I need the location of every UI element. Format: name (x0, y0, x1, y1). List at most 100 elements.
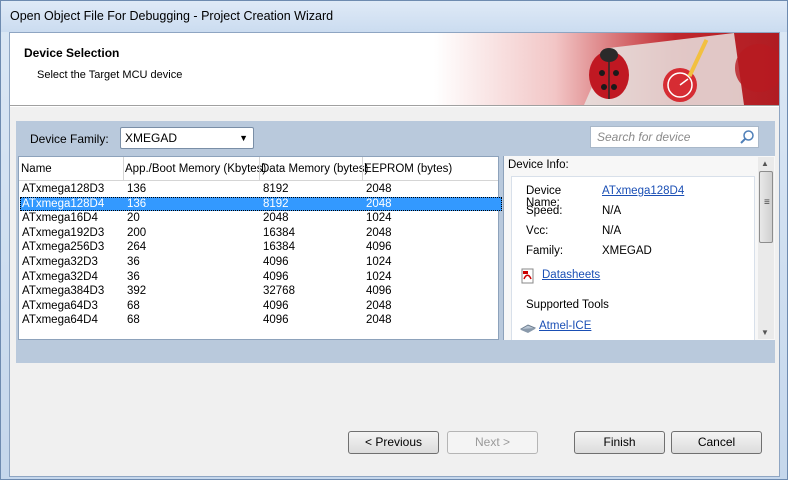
table-row[interactable]: ATxmega64D3 68 4096 2048 (20, 299, 502, 314)
table-row[interactable]: ATxmega64D4 68 4096 2048 (20, 313, 502, 328)
column-divider[interactable] (259, 157, 260, 181)
cell-data-memory: 32768 (263, 285, 295, 298)
cell-name: ATxmega32D4 (22, 270, 98, 283)
page-title: Device Selection (24, 46, 120, 60)
column-header-name[interactable]: Name (21, 163, 52, 175)
chevron-down-icon: ▼ (239, 133, 248, 143)
finish-button[interactable]: Finish (574, 431, 665, 454)
column-divider[interactable] (123, 157, 124, 181)
cell-app-boot-memory: 264 (127, 241, 147, 254)
table-row[interactable]: ATxmega128D4 136 8192 2048 (20, 196, 502, 212)
cell-name: ATxmega128D3 (22, 183, 105, 195)
scroll-down-icon[interactable]: ▼ (761, 328, 769, 337)
cell-app-boot-memory: 136 (127, 183, 147, 195)
datasheets-link[interactable]: Datasheets (542, 269, 600, 281)
cell-data-memory: 4096 (263, 270, 289, 283)
device-family-value: XMEGAD (125, 131, 178, 145)
cell-data-memory: 4096 (263, 314, 289, 327)
family-value: XMEGAD (602, 245, 652, 257)
cell-data-memory: 4096 (263, 299, 289, 312)
cell-data-memory: 8192 (263, 197, 289, 210)
cell-data-memory: 8192 (263, 183, 289, 195)
cell-eeprom: 4096 (366, 241, 392, 254)
scroll-up-icon[interactable]: ▲ (761, 159, 769, 168)
cell-eeprom: 2048 (366, 183, 392, 195)
table-row[interactable]: ATxmega192D3 200 16384 2048 (20, 226, 502, 241)
search-device-input[interactable]: Search for device (590, 126, 759, 148)
previous-button[interactable]: < Previous (348, 431, 439, 454)
cell-eeprom: 2048 (366, 314, 392, 327)
search-placeholder: Search for device (597, 130, 691, 144)
device-info-box: Device Name: ATxmega128D4 Speed: N/A Vcc… (511, 176, 755, 340)
cell-eeprom: 2048 (366, 299, 392, 312)
cell-name: ATxmega32D3 (22, 256, 98, 268)
cell-data-memory: 16384 (263, 241, 295, 254)
cell-app-boot-memory: 200 (127, 226, 147, 239)
cell-name: ATxmega256D3 (22, 241, 105, 254)
table-row[interactable]: ATxmega256D3 264 16384 4096 (20, 240, 502, 255)
cell-app-boot-memory: 20 (127, 212, 140, 225)
column-header-data-memory[interactable]: Data Memory (bytes) (261, 163, 368, 175)
cell-name: ATxmega64D4 (22, 314, 98, 327)
pdf-icon (521, 268, 534, 284)
device-info-title: Device Info: (508, 159, 569, 171)
vcc-value: N/A (602, 225, 622, 237)
supported-tools-label: Supported Tools (526, 299, 609, 311)
next-button[interactable]: Next > (447, 431, 538, 454)
table-row[interactable]: ATxmega128D3 136 8192 2048 (20, 182, 502, 197)
cell-eeprom: 2048 (366, 226, 392, 239)
table-row[interactable]: ATxmega32D4 36 4096 1024 (20, 270, 502, 285)
column-divider[interactable] (362, 157, 363, 181)
table-row[interactable]: ATxmega32D3 36 4096 1024 (20, 255, 502, 270)
cell-name: ATxmega16D4 (22, 212, 98, 225)
cell-data-memory: 2048 (263, 212, 289, 225)
scrollbar-thumb[interactable]: ≡ (759, 171, 773, 243)
debugger-tool-icon (520, 324, 536, 333)
page-subtitle: Select the Target MCU device (37, 69, 183, 81)
cell-app-boot-memory: 392 (127, 285, 147, 298)
device-selection-panel: Device Family: XMEGAD ▼ Search for devic… (16, 121, 775, 363)
cell-name: ATxmega192D3 (22, 226, 105, 239)
cell-eeprom: 1024 (366, 270, 392, 283)
window-title: Open Object File For Debugging - Project… (10, 9, 334, 23)
device-family-dropdown[interactable]: XMEGAD ▼ (120, 127, 254, 149)
search-icon[interactable] (739, 129, 755, 145)
vcc-label: Vcc: (526, 225, 549, 237)
atmel-ice-link[interactable]: Atmel-ICE (539, 320, 591, 332)
table-row[interactable]: ATxmega384D3 392 32768 4096 (20, 284, 502, 299)
filter-toolbar: Device Family: XMEGAD ▼ Search for devic… (16, 121, 775, 156)
column-header-eeprom[interactable]: EEPROM (bytes) (364, 163, 452, 175)
speed-label: Speed: (526, 205, 563, 217)
cell-app-boot-memory: 136 (127, 197, 147, 210)
table-row[interactable]: ATxmega16D4 20 2048 1024 (20, 211, 502, 226)
grip-icon: ≡ (764, 197, 770, 208)
speed-value: N/A (602, 205, 622, 217)
cell-app-boot-memory: 68 (127, 314, 140, 327)
title-bar[interactable]: Open Object File For Debugging - Project… (1, 1, 787, 32)
cell-data-memory: 16384 (263, 226, 295, 239)
cell-app-boot-memory: 36 (127, 270, 140, 283)
cell-name: ATxmega128D4 (22, 197, 105, 210)
header-divider (10, 105, 779, 107)
cell-app-boot-memory: 68 (127, 299, 140, 312)
wizard-header: Device Selection Select the Target MCU d… (10, 33, 779, 105)
cell-eeprom: 1024 (366, 212, 392, 225)
device-list: Name App./Boot Memory (Kbytes) Data Memo… (18, 156, 502, 340)
cell-eeprom: 1024 (366, 256, 392, 268)
cell-eeprom: 2048 (366, 197, 392, 210)
device-list-header: Name App./Boot Memory (Kbytes) Data Memo… (19, 157, 498, 181)
device-info-panel: Device Info: Device Name: ATxmega128D4 S… (503, 156, 775, 340)
wizard-client-area: Device Selection Select the Target MCU d… (9, 32, 780, 477)
device-info-scrollbar[interactable]: ▲ ≡ ▼ (758, 157, 774, 339)
column-header-app-boot-memory[interactable]: App./Boot Memory (Kbytes) (125, 163, 266, 175)
cell-data-memory: 4096 (263, 256, 289, 268)
cell-name: ATxmega384D3 (22, 285, 105, 298)
header-banner-image (434, 33, 779, 105)
device-family-label: Device Family: (30, 132, 109, 146)
device-name-link[interactable]: ATxmega128D4 (602, 185, 684, 197)
cell-eeprom: 4096 (366, 285, 392, 298)
family-label: Family: (526, 245, 564, 257)
cell-app-boot-memory: 36 (127, 256, 140, 268)
cancel-button[interactable]: Cancel (671, 431, 762, 454)
cell-name: ATxmega64D3 (22, 299, 98, 312)
